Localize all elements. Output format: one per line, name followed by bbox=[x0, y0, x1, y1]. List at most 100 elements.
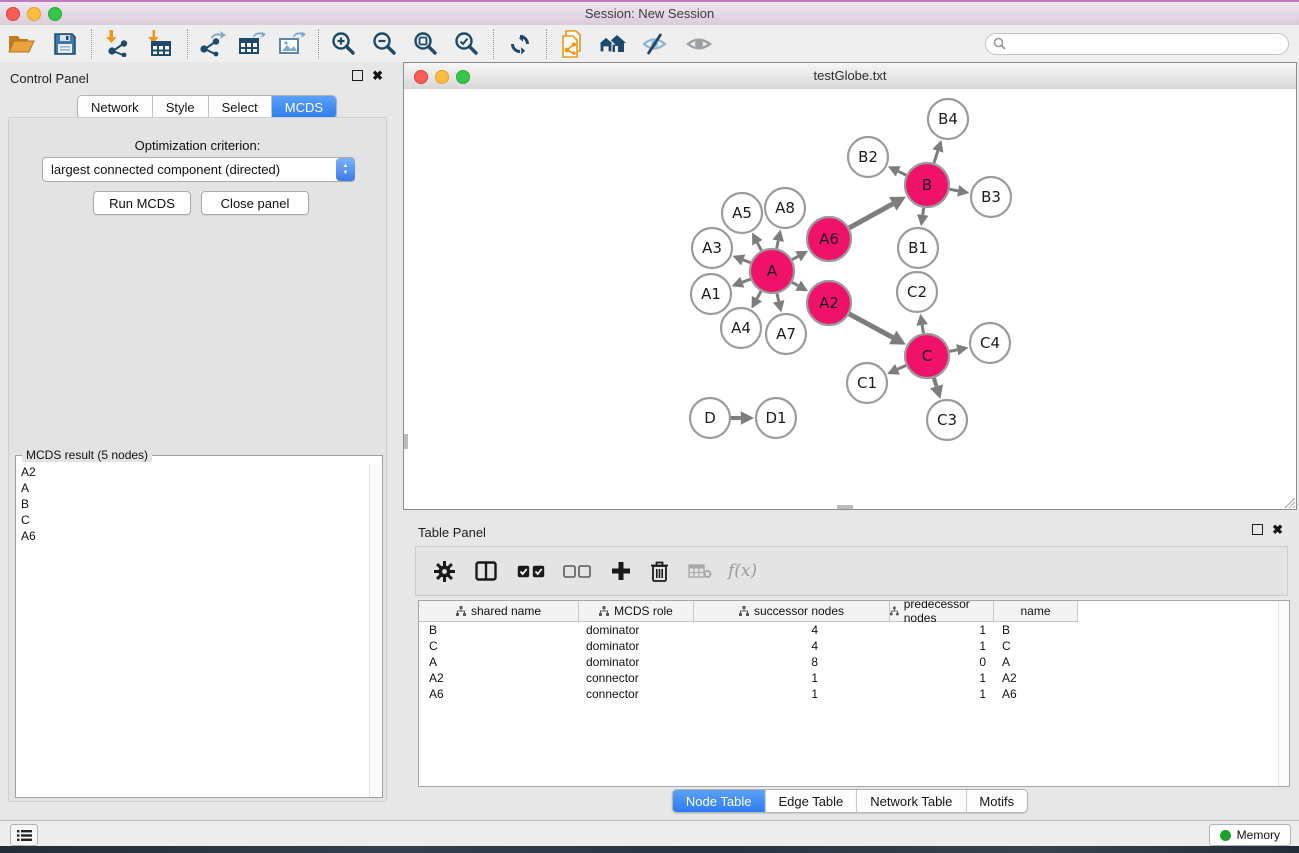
table-row[interactable]: A6connector11A6 bbox=[419, 686, 1289, 702]
tab-style[interactable]: Style bbox=[153, 96, 209, 118]
settings-gear-icon[interactable] bbox=[434, 556, 455, 586]
tab-edge-table[interactable]: Edge Table bbox=[765, 790, 857, 812]
node-A2[interactable]: A2 bbox=[807, 281, 851, 325]
node-A8[interactable]: A8 bbox=[765, 188, 805, 228]
canvas-horizontal-scroll-thumb[interactable] bbox=[837, 505, 853, 509]
result-item[interactable]: A2 bbox=[17, 464, 369, 480]
add-plus-icon[interactable] bbox=[611, 556, 631, 586]
close-table-panel-icon[interactable]: ✖ bbox=[1272, 524, 1283, 535]
import-table-icon[interactable] bbox=[147, 29, 173, 59]
export-network-icon[interactable] bbox=[198, 29, 226, 59]
edge-A-A1[interactable] bbox=[742, 279, 750, 282]
edge-A-A5[interactable] bbox=[757, 243, 761, 251]
export-image-icon[interactable] bbox=[278, 29, 306, 59]
export-table-icon[interactable] bbox=[238, 29, 266, 59]
network-canvas[interactable]: B4 B2 B B3 A8A5 A6 A3 B1 A C2 A1 A2 A4A7 C4 C C1 C3 D D1 bbox=[404, 89, 1296, 509]
edge-A-A2[interactable] bbox=[792, 282, 798, 285]
show-eye-icon[interactable] bbox=[685, 29, 713, 59]
houses-icon[interactable] bbox=[597, 29, 627, 59]
node-A[interactable]: A bbox=[750, 249, 794, 293]
edge-A6-B[interactable] bbox=[849, 204, 893, 228]
edge-C-C4[interactable] bbox=[950, 350, 958, 352]
select-all-checkboxes-icon[interactable] bbox=[517, 556, 545, 586]
column-header-MCDS-role[interactable]: MCDS role bbox=[579, 601, 694, 622]
resize-grip-icon[interactable] bbox=[1282, 495, 1296, 509]
edge-B-B2[interactable] bbox=[898, 171, 906, 175]
edge-A-A4[interactable] bbox=[757, 291, 761, 298]
node-C4[interactable]: C4 bbox=[970, 323, 1010, 363]
network-window-titlebar[interactable]: testGlobe.txt bbox=[404, 63, 1296, 90]
edge-B-B4[interactable] bbox=[934, 151, 938, 163]
run-mcds-button[interactable]: Run MCDS bbox=[93, 191, 191, 215]
edge-C-C2[interactable] bbox=[922, 325, 923, 333]
optimization-criterion-select[interactable]: largest connected component (directed) ▲… bbox=[42, 157, 355, 182]
node-D1[interactable]: D1 bbox=[756, 398, 796, 438]
table-row[interactable]: A2connector11A2 bbox=[419, 670, 1289, 686]
node-C2[interactable]: C2 bbox=[897, 272, 937, 312]
node-A3[interactable]: A3 bbox=[692, 228, 732, 268]
table-row[interactable]: Cdominator41C bbox=[419, 638, 1289, 654]
table-row[interactable]: Adominator80A bbox=[419, 654, 1289, 670]
tab-network-table[interactable]: Network Table bbox=[857, 790, 966, 812]
node-B4[interactable]: B4 bbox=[928, 99, 968, 139]
column-header-name[interactable]: name bbox=[994, 601, 1078, 622]
split-columns-icon[interactable] bbox=[475, 556, 497, 586]
node-C[interactable]: C bbox=[905, 334, 949, 378]
node-A1[interactable]: A1 bbox=[691, 274, 731, 314]
edge-C-C3[interactable] bbox=[934, 378, 937, 386]
float-table-panel-icon[interactable] bbox=[1252, 524, 1263, 535]
clone-network-icon[interactable] bbox=[559, 29, 585, 59]
float-panel-icon[interactable] bbox=[352, 70, 363, 81]
edge-A-A7[interactable] bbox=[777, 293, 779, 301]
node-A7[interactable]: A7 bbox=[766, 314, 806, 354]
save-session-icon[interactable] bbox=[53, 29, 77, 59]
result-item[interactable]: A6 bbox=[17, 528, 369, 544]
task-list-button[interactable] bbox=[10, 824, 38, 846]
refresh-view-icon[interactable] bbox=[508, 29, 532, 59]
result-item[interactable]: A bbox=[17, 480, 369, 496]
edge-A-A6[interactable] bbox=[792, 256, 798, 259]
edge-B-B3[interactable] bbox=[950, 189, 959, 191]
tab-motifs[interactable]: Motifs bbox=[966, 790, 1027, 812]
node-A4[interactable]: A4 bbox=[721, 308, 761, 348]
edge-B-B1[interactable] bbox=[923, 208, 924, 215]
zoom-selected-icon[interactable] bbox=[454, 29, 479, 59]
table-row[interactable]: Bdominator41B bbox=[419, 622, 1289, 638]
column-header-predecessor-nodes[interactable]: predecessor nodes bbox=[890, 601, 994, 622]
zoom-fit-icon[interactable] bbox=[413, 29, 438, 59]
node-B2[interactable]: B2 bbox=[848, 137, 888, 177]
node-D[interactable]: D bbox=[690, 398, 730, 438]
node-C3[interactable]: C3 bbox=[927, 400, 967, 440]
tab-select[interactable]: Select bbox=[209, 96, 272, 118]
memory-button[interactable]: Memory bbox=[1209, 824, 1291, 846]
close-panel-icon[interactable]: ✖ bbox=[372, 70, 383, 81]
node-B3[interactable]: B3 bbox=[971, 177, 1011, 217]
column-header-successor-nodes[interactable]: successor nodes bbox=[694, 601, 890, 622]
edge-A-A3[interactable] bbox=[743, 260, 750, 263]
search-input[interactable] bbox=[985, 33, 1289, 55]
tab-network[interactable]: Network bbox=[78, 96, 153, 118]
node-C1[interactable]: C1 bbox=[847, 363, 887, 403]
column-header-shared-name[interactable]: shared name bbox=[419, 601, 579, 622]
deselect-checkboxes-icon[interactable] bbox=[563, 556, 591, 586]
tab-mcds[interactable]: MCDS bbox=[272, 96, 336, 118]
node-B1[interactable]: B1 bbox=[898, 228, 938, 268]
result-item[interactable]: B bbox=[17, 496, 369, 512]
edge-C-C1[interactable] bbox=[897, 365, 906, 369]
canvas-vertical-scroll-thumb[interactable] bbox=[404, 434, 408, 449]
zoom-in-icon[interactable] bbox=[331, 29, 356, 59]
node-A6[interactable]: A6 bbox=[807, 217, 851, 261]
edge-A-A8[interactable] bbox=[777, 241, 779, 249]
open-session-icon[interactable] bbox=[8, 29, 35, 59]
result-list-scrollbar[interactable] bbox=[369, 464, 381, 796]
close-panel-button[interactable]: Close panel bbox=[201, 191, 309, 215]
tab-node-table[interactable]: Node Table bbox=[673, 790, 766, 812]
zoom-out-icon[interactable] bbox=[372, 29, 397, 59]
import-network-icon[interactable] bbox=[105, 29, 131, 59]
node-A5[interactable]: A5 bbox=[722, 193, 762, 233]
edge-A2-C[interactable] bbox=[849, 314, 892, 338]
node-B[interactable]: B bbox=[905, 163, 949, 207]
delete-trash-icon[interactable] bbox=[650, 556, 669, 586]
table-scrollbar[interactable] bbox=[1278, 601, 1289, 786]
result-item[interactable]: C bbox=[17, 512, 369, 528]
